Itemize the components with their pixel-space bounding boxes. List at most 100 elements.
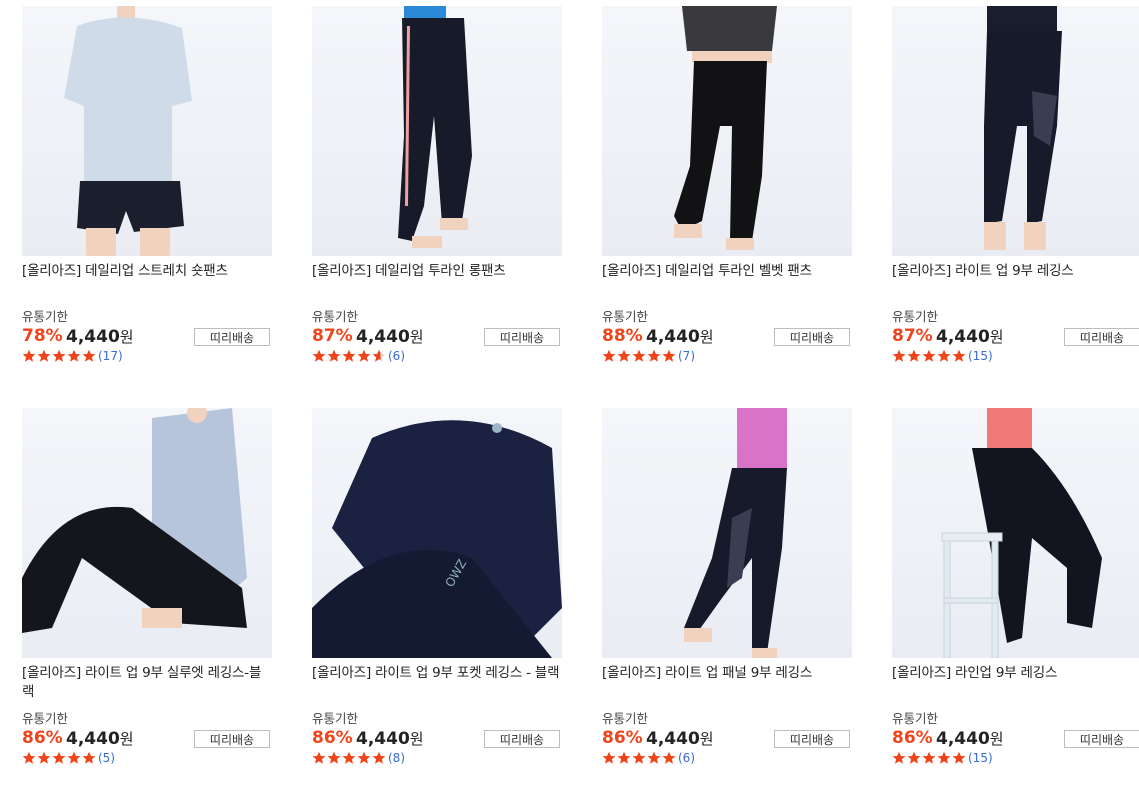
price-value: 4,440 [66,729,120,749]
star-icon [907,349,921,363]
product-card-3[interactable]: [올리아즈] 데일리업 투라인 벨벳 팬츠 유통기한 88% 4,440원 띠리… [602,6,852,363]
product-image[interactable] [22,6,272,256]
star-icon [82,349,96,363]
product-card-8[interactable]: [올리아즈] 라인업 9부 레깅스 유통기한 86% 4,440원 띠리배송 (… [892,408,1139,765]
shipping-button[interactable]: 띠리배송 [194,730,270,748]
rating: (8) [312,751,405,765]
discount-rate: 87% [312,326,353,346]
review-count-link[interactable]: (7) [678,349,695,363]
shipping-button[interactable]: 띠리배송 [194,328,270,346]
rating: (15) [892,751,993,765]
star-icon [602,349,616,363]
rating: (6) [312,349,405,363]
sale-price: 4,440원 [66,728,134,749]
review-count-link[interactable]: (15) [968,349,993,363]
shipping-button[interactable]: 띠리배송 [484,328,560,346]
discount-rate: 86% [22,728,63,748]
product-title[interactable]: [올리아즈] 라인업 9부 레깅스 [892,664,1139,702]
currency-label: 원 [989,730,1004,748]
rating: (5) [22,751,115,765]
rating: (7) [602,349,695,363]
price-value: 4,440 [66,327,120,347]
product-card-4[interactable]: [올리아즈] 라이트 업 9부 레깅스 유통기한 87% 4,440원 띠리배송… [892,6,1139,363]
star-icon [952,751,966,765]
product-card-2[interactable]: [올리아즈] 데일리업 투라인 롱팬츠 유통기한 87% 4,440원 띠리배송… [312,6,562,363]
star-icon [617,751,631,765]
star-rating [22,349,97,363]
product-image[interactable]: OWZ [312,408,562,658]
price-value: 4,440 [356,729,410,749]
discount-rate: 87% [892,326,933,346]
price-value: 4,440 [936,729,990,749]
shipping-button[interactable]: 띠리배송 [1064,730,1139,748]
product-image[interactable] [602,408,852,658]
star-icon [327,751,341,765]
star-icon [372,349,386,363]
star-icon [37,349,51,363]
star-icon [892,751,906,765]
product-card-1[interactable]: [올리아즈] 데일리업 스트레치 숏팬츠 유통기한 78% 4,440원 띠리배… [22,6,272,363]
star-icon [647,349,661,363]
star-icon [952,349,966,363]
price-line: 87% 4,440원 띠리배송 [892,326,1139,350]
price-line: 87% 4,440원 띠리배송 [312,326,562,350]
shipping-button[interactable]: 띠리배송 [484,730,560,748]
star-icon [22,349,36,363]
product-title[interactable]: [올리아즈] 데일리업 투라인 롱팬츠 [312,262,562,300]
review-count-link[interactable]: (8) [388,751,405,765]
star-icon [67,751,81,765]
review-count-link[interactable]: (17) [98,349,123,363]
star-icon [922,751,936,765]
product-card-7[interactable]: [올리아즈] 라이트 업 패널 9부 레깅스 유통기한 86% 4,440원 띠… [602,408,852,765]
star-icon [37,751,51,765]
price-line: 86% 4,440원 띠리배송 [22,728,272,752]
star-icon [327,349,341,363]
currency-label: 원 [699,328,714,346]
discount-rate: 86% [312,728,353,748]
product-card-6[interactable]: OWZ [올리아즈] 라이트 업 9부 포켓 레깅스 - 블랙 유통기한 86%… [312,408,562,765]
star-icon [937,349,951,363]
shipping-button[interactable]: 띠리배송 [774,730,850,748]
star-icon [357,751,371,765]
price-value: 4,440 [646,729,700,749]
shipping-button[interactable]: 띠리배송 [774,328,850,346]
price-value: 4,440 [356,327,410,347]
product-title[interactable]: [올리아즈] 데일리업 스트레치 숏팬츠 [22,262,272,300]
product-card-5[interactable]: [올리아즈] 라이트 업 9부 실루엣 레깅스-블랙 유통기한 86% 4,44… [22,408,272,765]
review-count-link[interactable]: (5) [98,751,115,765]
product-image[interactable] [892,408,1139,658]
expiry-label: 유통기한 [312,309,359,324]
shipping-button[interactable]: 띠리배송 [1064,328,1139,346]
star-icon [342,751,356,765]
product-image[interactable] [892,6,1139,256]
currency-label: 원 [119,328,134,346]
sale-price: 4,440원 [646,326,714,347]
product-title[interactable]: [올리아즈] 데일리업 투라인 벨벳 팬츠 [602,262,852,300]
price-value: 4,440 [646,327,700,347]
product-image[interactable] [312,6,562,256]
star-rating [22,751,97,765]
currency-label: 원 [699,730,714,748]
product-title[interactable]: [올리아즈] 라이트 업 9부 포켓 레깅스 - 블랙 [312,664,562,702]
star-icon [922,349,936,363]
product-image[interactable] [22,408,272,658]
sale-price: 4,440원 [66,326,134,347]
review-count-link[interactable]: (6) [678,751,695,765]
discount-rate: 86% [892,728,933,748]
product-title[interactable]: [올리아즈] 라이트 업 9부 실루엣 레깅스-블랙 [22,664,272,702]
review-count-link[interactable]: (6) [388,349,405,363]
price-value: 4,440 [936,327,990,347]
expiry-label: 유통기한 [892,711,939,726]
product-title[interactable]: [올리아즈] 라이트 업 패널 9부 레깅스 [602,664,852,702]
review-count-link[interactable]: (15) [968,751,993,765]
rating: (15) [892,349,993,363]
product-title[interactable]: [올리아즈] 라이트 업 9부 레깅스 [892,262,1139,300]
sale-price: 4,440원 [936,728,1004,749]
product-image[interactable] [602,6,852,256]
star-icon [52,349,66,363]
price-line: 86% 4,440원 띠리배송 [892,728,1139,752]
sale-price: 4,440원 [356,326,424,347]
star-icon [342,349,356,363]
star-icon [617,349,631,363]
star-icon [312,349,326,363]
